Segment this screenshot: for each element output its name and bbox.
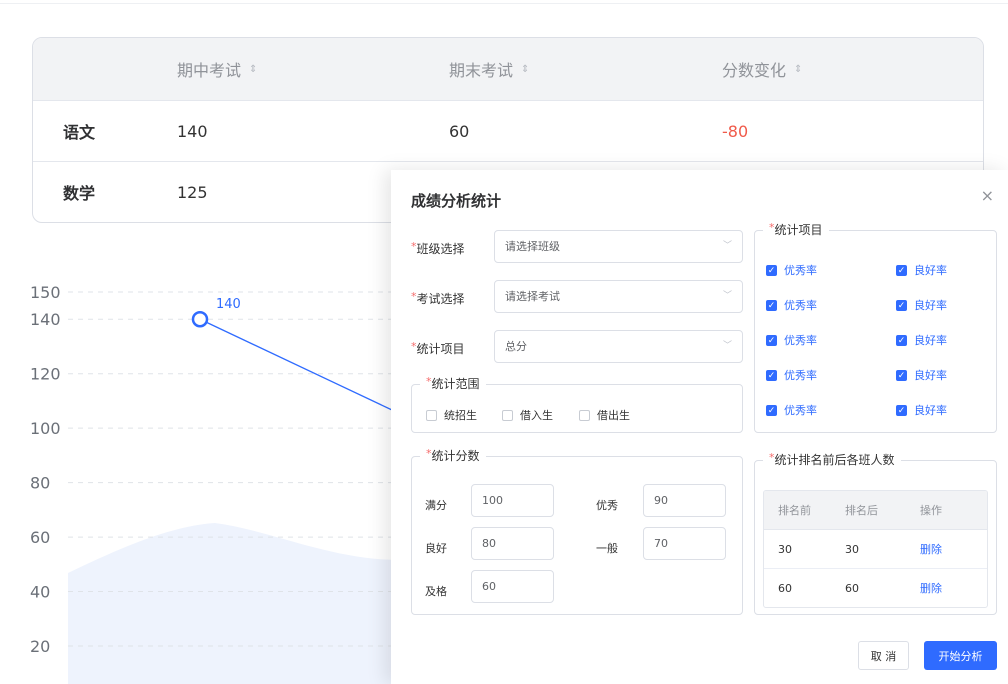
checkbox-excellent-rate[interactable]: ✓ 优秀率 [766, 297, 817, 313]
check-icon: ✓ [766, 369, 777, 381]
scope-legend: *统计范围 [420, 375, 486, 392]
full-score-input[interactable]: 100 [471, 484, 554, 517]
score-fieldset: *统计分数 满分 100 优秀 90 良好 80 一般 70 及格 60 [411, 447, 743, 615]
check-icon: ✓ [766, 404, 777, 416]
subject-cell: 数学 [63, 184, 96, 203]
check-icon: ✓ [766, 264, 777, 276]
chevron-down-icon: ﹀ [722, 291, 732, 301]
exam-select-label: *考试选择 [411, 290, 465, 306]
y-tick-label: 40 [30, 583, 50, 602]
cancel-button[interactable]: 取 消 [858, 641, 909, 670]
item-select-value: 总分 [505, 340, 527, 353]
rank-table-header: 排名前 排名后 操作 [764, 491, 987, 530]
good-score-label: 良好 [425, 542, 447, 555]
score-line-chart: 150 140 120 100 80 60 40 20 140 [30, 283, 400, 684]
subject-cell: 语文 [63, 123, 96, 142]
checkbox-excellent-rate[interactable]: ✓ 优秀率 [766, 367, 817, 383]
checkbox-jierusheng[interactable]: 借入生 [502, 407, 553, 423]
table-header: 期中考试 ⇕ 期末考试 ⇕ 分数变化 ⇕ [33, 38, 983, 101]
checkbox-good-rate[interactable]: ✓ 良好率 [896, 367, 947, 383]
good-score-input[interactable]: 80 [471, 527, 554, 560]
check-icon: ✓ [896, 404, 907, 416]
analysis-dialog: 成绩分析统计 × *班级选择 请选择班级 ﹀ *考试选择 请选择考试 ﹀ *统计… [391, 170, 1008, 684]
exam-select[interactable]: 请选择考试 ﹀ [494, 280, 743, 313]
check-icon: ✓ [896, 264, 907, 276]
excellent-score-label: 优秀 [596, 499, 618, 512]
rank-before-cell: 30 [778, 542, 792, 556]
check-icon: ✓ [766, 299, 777, 311]
y-tick-label: 140 [30, 310, 61, 329]
delete-link[interactable]: 删除 [920, 569, 942, 607]
item-select[interactable]: 总分 ﹀ [494, 330, 743, 363]
table-row: 60 60 删除 [764, 569, 987, 607]
data-point[interactable] [191, 310, 209, 328]
close-icon[interactable]: × [981, 186, 994, 205]
y-tick-label: 120 [30, 365, 61, 384]
sort-icon[interactable]: ⇕ [249, 64, 257, 75]
chevron-down-icon: ﹀ [722, 341, 732, 351]
final-cell: 60 [449, 121, 470, 141]
pass-score-input[interactable]: 60 [471, 570, 554, 603]
class-select-placeholder: 请选择班级 [505, 240, 560, 253]
table-row: 语文 140 60 -80 [33, 101, 983, 162]
checkbox-good-rate[interactable]: ✓ 良好率 [896, 402, 947, 418]
checkbox-tongzhaosheng[interactable]: 统招生 [426, 407, 477, 423]
stat-items-legend: *统计项目 [763, 221, 829, 238]
scope-fieldset: *统计范围 统招生 借入生 借出生 [411, 375, 743, 433]
dialog-title: 成绩分析统计 [411, 192, 502, 210]
rank-after-cell: 60 [845, 581, 859, 595]
rank-before-cell: 60 [778, 581, 792, 595]
average-score-input[interactable]: 70 [643, 527, 726, 560]
pass-score-label: 及格 [425, 585, 447, 598]
chart-area [68, 523, 400, 684]
average-score-label: 一般 [596, 542, 618, 555]
score-legend: *统计分数 [420, 447, 486, 464]
sort-icon[interactable]: ⇕ [794, 64, 802, 75]
rank-fieldset: *统计排名前后各班人数 排名前 排名后 操作 30 30 删除 60 60 删除 [754, 451, 997, 615]
midterm-cell: 125 [177, 182, 208, 202]
column-header-change[interactable]: 分数变化 ⇕ [722, 38, 802, 100]
chevron-down-icon: ﹀ [722, 241, 732, 251]
checkbox-jiechusheng[interactable]: 借出生 [579, 407, 630, 423]
rank-before-header: 排名前 [778, 504, 811, 517]
checkbox-good-rate[interactable]: ✓ 良好率 [896, 297, 947, 313]
checkbox-excellent-rate[interactable]: ✓ 优秀率 [766, 332, 817, 348]
excellent-score-input[interactable]: 90 [643, 484, 726, 517]
data-label: 140 [216, 297, 241, 312]
top-divider [0, 0, 1008, 4]
class-select[interactable]: 请选择班级 ﹀ [494, 230, 743, 263]
check-icon: ✓ [896, 369, 907, 381]
stat-items-fieldset: *统计项目 ✓ 优秀率 ✓ 良好率 ✓ 优秀率 ✓ 良好率 ✓ 优秀率 ✓ 良好率 ✓ 优秀率 ✓ 良好率 ✓ 优… [754, 221, 997, 433]
check-icon: ✓ [766, 334, 777, 346]
y-tick-label: 60 [30, 528, 50, 547]
item-select-label: *统计项目 [411, 340, 465, 356]
column-header-midterm[interactable]: 期中考试 ⇕ [177, 38, 257, 100]
rank-after-header: 排名后 [845, 504, 878, 517]
y-tick-label: 20 [30, 637, 50, 656]
checkbox-good-rate[interactable]: ✓ 良好率 [896, 332, 947, 348]
rank-table: 排名前 排名后 操作 30 30 删除 60 60 删除 [763, 490, 988, 608]
check-icon: ✓ [896, 334, 907, 346]
change-cell: -80 [722, 121, 749, 141]
checkbox-good-rate[interactable]: ✓ 良好率 [896, 262, 947, 278]
exam-select-placeholder: 请选择考试 [505, 290, 560, 303]
y-tick-label: 100 [30, 419, 61, 438]
full-score-label: 满分 [425, 499, 447, 512]
y-tick-label: 150 [30, 283, 61, 302]
class-select-label: *班级选择 [411, 240, 465, 256]
sort-icon[interactable]: ⇕ [521, 64, 529, 75]
rank-after-cell: 30 [845, 542, 859, 556]
checkbox-excellent-rate[interactable]: ✓ 优秀率 [766, 262, 817, 278]
checkbox-excellent-rate[interactable]: ✓ 优秀率 [766, 402, 817, 418]
y-tick-label: 80 [30, 474, 50, 493]
start-analysis-button[interactable]: 开始分析 [924, 641, 997, 670]
column-header-final[interactable]: 期末考试 ⇕ [449, 38, 529, 100]
midterm-cell: 140 [177, 121, 208, 141]
rank-action-header: 操作 [920, 504, 942, 517]
delete-link[interactable]: 删除 [920, 530, 942, 568]
table-row: 30 30 删除 [764, 530, 987, 569]
rank-legend: *统计排名前后各班人数 [763, 451, 901, 468]
series-line [199, 318, 393, 411]
check-icon: ✓ [896, 299, 907, 311]
